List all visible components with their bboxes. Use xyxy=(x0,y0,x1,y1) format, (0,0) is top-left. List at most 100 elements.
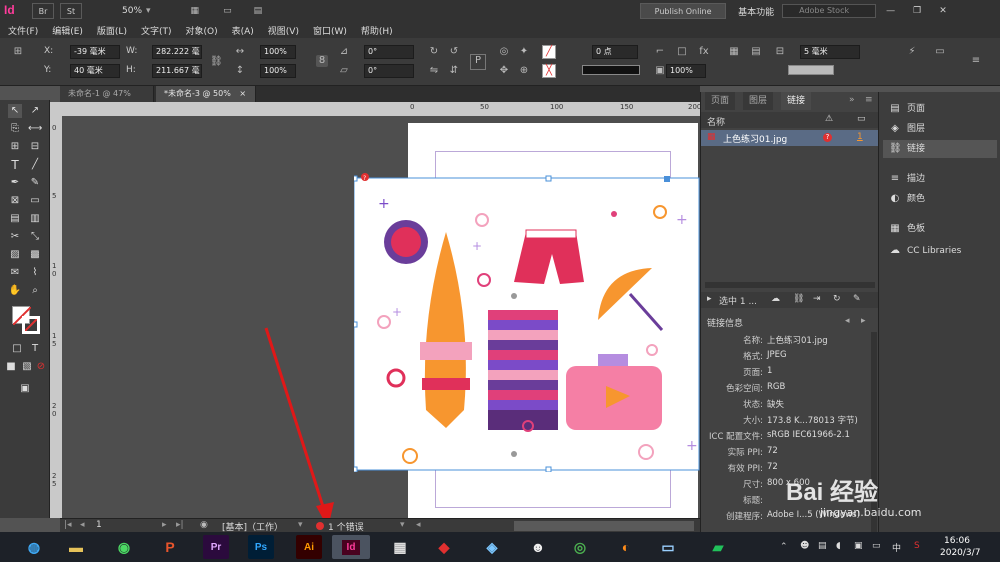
dock-layers[interactable]: ◈ 图层 xyxy=(883,120,997,138)
photoshop-icon[interactable]: Ps xyxy=(248,535,274,559)
formatting-text-icon[interactable]: T xyxy=(28,342,42,356)
bridge-button[interactable]: Br xyxy=(32,3,54,19)
tray-sogou-icon[interactable]: S xyxy=(914,541,920,551)
indesign-task[interactable]: Id xyxy=(332,535,370,559)
panel-menu-icon[interactable]: ≡ xyxy=(865,95,873,105)
disclosure-icon[interactable]: ▸ xyxy=(707,294,712,304)
shear-angle-field[interactable]: 0° xyxy=(364,64,414,78)
placed-image-frame[interactable]: ? + + + + + xyxy=(354,170,700,472)
rotate-angle-field[interactable]: 0° xyxy=(364,45,414,59)
dock-color[interactable]: ◐ 颜色 xyxy=(883,190,997,208)
formatting-container-icon[interactable]: □ xyxy=(10,342,24,356)
tray-volume-icon[interactable]: ◖ xyxy=(836,541,841,551)
warning-column-icon[interactable]: ⚠ xyxy=(825,114,833,124)
collapse-icon[interactable]: » xyxy=(849,95,855,105)
opacity-field[interactable]: 100% xyxy=(666,64,706,78)
dock-swatches[interactable]: ▦ 色板 xyxy=(883,220,997,238)
constrain-proportions-icon[interactable]: ⛓ xyxy=(210,56,223,68)
menu-file[interactable]: 文件(F) xyxy=(8,24,38,37)
tray-show-hidden-icon[interactable]: ⌃ xyxy=(780,542,788,552)
tab-pages[interactable]: 页面 xyxy=(705,92,736,110)
gradient-swatch-tool-icon[interactable]: ▨ xyxy=(8,248,22,262)
video-editor-icon[interactable]: ▦ xyxy=(382,535,418,559)
y-field[interactable]: 40 毫米 xyxy=(70,64,120,78)
direct-selection-tool-icon[interactable]: ↗ xyxy=(28,104,42,118)
link-scale-icon[interactable]: 8 xyxy=(316,55,328,67)
object-style-select[interactable] xyxy=(788,65,834,75)
wechat-icon[interactable]: ◉ xyxy=(106,535,142,559)
app-blue-icon[interactable]: ◈ xyxy=(474,535,510,559)
eyedropper-tool-icon[interactable]: ⌇ xyxy=(28,266,42,280)
hand-tool-icon[interactable]: ✋ xyxy=(8,284,22,298)
menu-layout[interactable]: 版面(L) xyxy=(97,24,127,37)
illustrator-icon[interactable]: Ai xyxy=(296,535,322,559)
screen-mode-icon[interactable]: ▭ xyxy=(223,6,232,16)
menu-object[interactable]: 对象(O) xyxy=(186,24,218,37)
content-placer-icon[interactable]: ⊟ xyxy=(28,140,42,154)
dock-links[interactable]: ⛓ 链接 xyxy=(883,140,997,158)
horizontal-ruler[interactable]: 0 50 100 150 200 xyxy=(60,102,701,116)
prev-page-icon[interactable]: ◂ xyxy=(80,520,85,530)
link-page-number[interactable]: 1 xyxy=(857,132,863,142)
stroke-swatch-icon[interactable] xyxy=(22,316,40,334)
fit-content-icon[interactable]: ▤ xyxy=(750,46,762,58)
rectangle-tool-icon[interactable]: ▭ xyxy=(28,194,42,208)
first-page-icon[interactable]: |◂ xyxy=(64,520,72,530)
qq-icon[interactable]: ☻ xyxy=(520,535,556,559)
relink-icon[interactable]: ⛓ xyxy=(793,294,804,304)
page-column-icon[interactable]: ▭ xyxy=(857,114,866,124)
app-orange-icon[interactable]: ◐ xyxy=(608,535,644,559)
menu-view[interactable]: 视图(V) xyxy=(268,24,299,37)
menu-help[interactable]: 帮助(H) xyxy=(361,24,393,37)
tab-layers[interactable]: 图层 xyxy=(743,92,774,110)
stock-search-input[interactable]: Adobe Stock xyxy=(782,4,877,18)
restore-icon[interactable]: ❐ xyxy=(913,6,921,16)
app-green-icon[interactable]: ▰ xyxy=(700,535,736,559)
file-explorer-icon[interactable]: ▬ xyxy=(58,535,94,559)
next-link-icon[interactable]: ▸ xyxy=(861,316,866,326)
scale-y-field[interactable]: 100% xyxy=(260,64,296,78)
stock-button[interactable]: St xyxy=(60,3,82,19)
dock-cc-libraries[interactable]: ☁ CC Libraries xyxy=(883,242,997,260)
close-icon[interactable]: ✕ xyxy=(939,6,947,16)
menu-table[interactable]: 表(A) xyxy=(232,24,254,37)
type-tool-icon[interactable]: T xyxy=(8,158,22,172)
clock-date[interactable]: 2020/3/7 xyxy=(940,548,980,558)
goto-link-icon[interactable]: ⇥ xyxy=(813,294,821,304)
rotate-cw-icon[interactable]: ↻ xyxy=(428,46,440,58)
selection-tool-icon[interactable]: ↖ xyxy=(8,104,22,118)
workspace-switcher[interactable]: 基本功能 xyxy=(738,5,774,18)
minimize-icon[interactable]: — xyxy=(886,6,895,16)
link-row[interactable]: ▦ 上色练习01.jpg ? 1 xyxy=(701,130,879,146)
links-list-scrollbar[interactable] xyxy=(705,282,875,288)
arrange-docs-icon[interactable]: ▤ xyxy=(254,6,263,16)
menu-type[interactable]: 文字(T) xyxy=(141,24,172,37)
note-tool-icon[interactable]: ✉ xyxy=(8,266,22,280)
dock-pages[interactable]: ▤ 页面 xyxy=(883,100,997,118)
stroke-weight-field[interactable]: 0 点 xyxy=(592,45,638,59)
screen-mode-icon[interactable]: ▣ xyxy=(18,382,32,396)
publish-online-button[interactable]: Publish Online xyxy=(640,3,727,19)
view-options-icon[interactable]: ▦ xyxy=(191,6,200,16)
zoom-tool-icon[interactable]: ⌕ xyxy=(28,284,42,298)
apply-none-icon[interactable]: ⊘ xyxy=(34,360,48,374)
drop-shadow-icon[interactable]: □ xyxy=(676,46,688,58)
premiere-icon[interactable]: Pr xyxy=(203,535,229,559)
close-icon[interactable]: × xyxy=(239,89,246,98)
edit-original-icon[interactable]: ✎ xyxy=(853,294,861,304)
fill-none-icon[interactable]: ╱ xyxy=(542,45,556,59)
browser-icon[interactable]: ◍ xyxy=(16,535,52,559)
reference-point-icon[interactable]: ⊞ xyxy=(12,46,24,58)
free-transform-tool-icon[interactable]: ⤡ xyxy=(28,230,42,244)
chevron-down-icon[interactable]: ▾ xyxy=(400,520,405,530)
tab-links[interactable]: 链接 xyxy=(781,92,812,110)
zoom-level[interactable]: 50% xyxy=(122,6,142,16)
x-field[interactable]: -39 毫米 xyxy=(70,45,120,59)
select-prev-icon[interactable]: ✥ xyxy=(498,65,510,77)
cc-libraries-icon[interactable]: ☁ xyxy=(771,294,780,304)
apply-color-icon[interactable]: ■ xyxy=(4,360,18,374)
quick-apply-icon[interactable]: ⚡ xyxy=(906,46,918,58)
next-page-icon[interactable]: ▸ xyxy=(162,520,167,530)
chevron-down-icon[interactable]: ▾ xyxy=(298,520,303,530)
panel-icon[interactable]: ▭ xyxy=(934,46,946,58)
